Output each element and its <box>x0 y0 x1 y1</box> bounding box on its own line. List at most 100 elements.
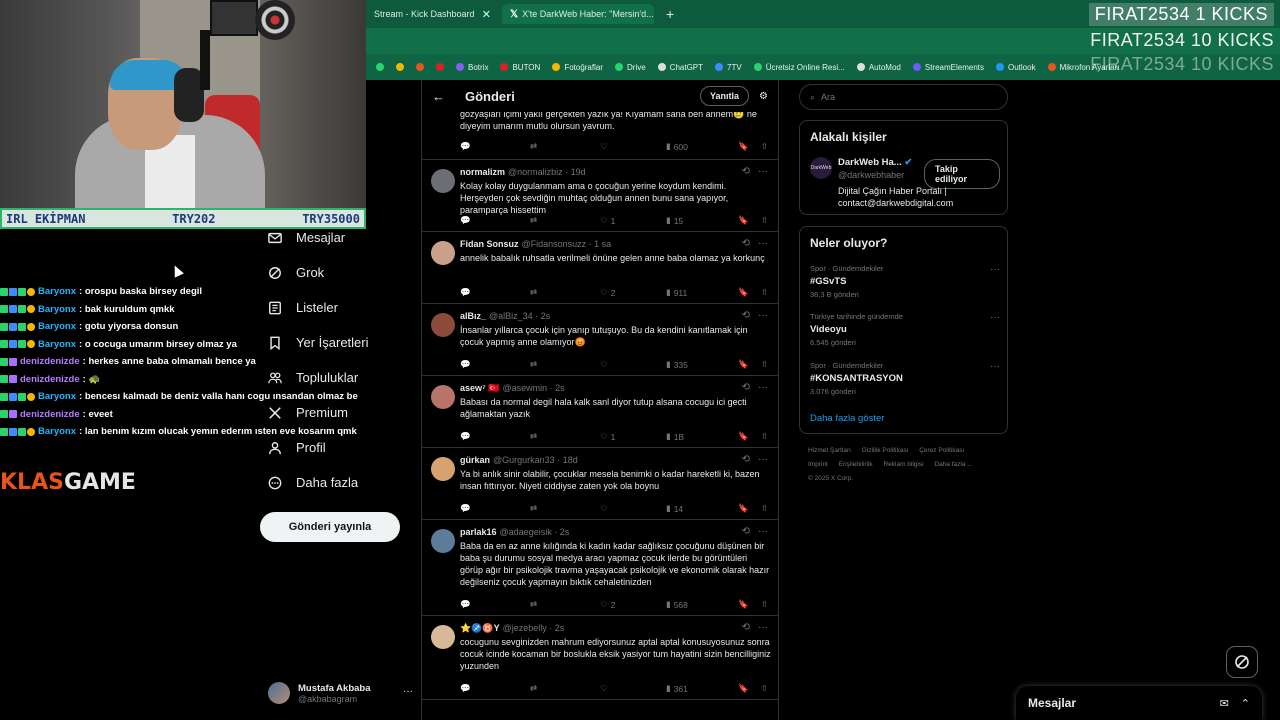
nav-profile[interactable]: Profil <box>268 440 326 455</box>
nav-grok[interactable]: Grok <box>268 265 324 280</box>
share-icon[interactable]: ⇧ <box>761 599 768 610</box>
bookmark-icon-ext[interactable] <box>376 63 384 71</box>
nav-more[interactable]: Daha fazla <box>268 475 358 490</box>
chat-username[interactable]: denizdenizde <box>20 409 80 420</box>
reply-icon[interactable]: 💬 <box>460 287 530 298</box>
like-icon[interactable]: ♡ 2 <box>600 599 666 610</box>
nav-premium[interactable]: Premium <box>268 405 348 420</box>
bookmark-icon[interactable]: 🔖 <box>738 141 749 152</box>
reply-icon[interactable]: 💬 <box>460 141 530 152</box>
tweet[interactable]: ⭐♐♉Y @jezebelly · 2s ⟲ ··· cocugunu sevginiz… <box>422 616 778 700</box>
grok-icon[interactable]: ⟲ <box>742 382 750 393</box>
bookmark-icon-ext[interactable] <box>416 63 424 71</box>
more-icon[interactable]: ··· <box>758 166 768 177</box>
bookmark-fotograflar[interactable]: Fotoğraflar <box>552 63 603 72</box>
footer-link[interactable]: Çerez Politikası <box>919 447 964 454</box>
footer-link[interactable]: Hizmet Şartları <box>808 447 851 454</box>
footer-link[interactable]: Daha fazla ... <box>934 461 972 468</box>
new-tab-button[interactable]: + <box>662 4 680 24</box>
tweet[interactable]: parlak16 @adaegeisik · 2s ⟲ ··· Baba da en a… <box>422 520 778 616</box>
like-icon[interactable]: ♡ 1 <box>600 431 666 442</box>
show-more-link[interactable]: Daha fazla göster <box>810 413 884 424</box>
more-icon[interactable]: ··· <box>990 264 1000 275</box>
share-icon[interactable]: ⇧ <box>761 503 768 514</box>
grok-icon[interactable]: ⟲ <box>742 166 750 177</box>
share-icon[interactable]: ⇧ <box>761 287 768 298</box>
author-name[interactable]: gürkan <box>460 455 490 465</box>
avatar[interactable] <box>431 529 455 553</box>
bookmark-icon[interactable]: 🔖 <box>738 599 749 610</box>
share-icon[interactable]: ⇧ <box>761 431 768 442</box>
chat-username[interactable]: Baryonx <box>38 286 76 297</box>
reply-icon[interactable]: 💬 <box>460 599 530 610</box>
views-icon[interactable]: ▮ 600 <box>666 141 730 152</box>
tab-x-darkweb[interactable]: 𝕏 X'te DarkWeb Haber: "Mersin'd... ✕ <box>502 4 654 24</box>
tab-kick-dashboard[interactable]: Stream - Kick Dashboard ✕ <box>366 4 499 24</box>
tweet[interactable]: normalizm @normalizbiz · 19d ⟲ ··· Kolay kol… <box>422 160 778 232</box>
reply-icon[interactable]: 💬 <box>460 503 530 514</box>
messages-drawer[interactable]: Mesajlar ✉ ⌃ <box>1016 686 1262 720</box>
chat-username[interactable]: Baryonx <box>38 304 76 315</box>
close-icon[interactable]: ✕ <box>482 8 491 21</box>
reply-icon[interactable]: 💬 <box>460 431 530 442</box>
views-icon[interactable]: ▮ 568 <box>666 599 730 610</box>
grok-icon[interactable]: ⟲ <box>742 454 750 465</box>
views-icon[interactable]: ▮ 911 <box>666 287 730 298</box>
footer-link[interactable]: Imprint <box>808 461 828 468</box>
bookmark-chatgpt[interactable]: ChatGPT <box>657 63 703 72</box>
repost-icon[interactable]: ⇄ <box>530 141 600 152</box>
views-icon[interactable]: ▮ 15 <box>666 215 730 226</box>
back-arrow-icon[interactable]: ← <box>432 89 445 104</box>
expand-icon[interactable]: ⌃ <box>1241 697 1250 710</box>
bookmark-streamelements[interactable]: StreamElements <box>912 63 984 72</box>
chat-username[interactable]: Baryonx <box>38 321 76 332</box>
grok-icon[interactable]: ⟲ <box>742 238 750 249</box>
repost-icon[interactable]: ⇄ <box>530 359 600 370</box>
avatar[interactable] <box>431 625 455 649</box>
bookmark-icon-ext[interactable] <box>396 63 404 71</box>
trend-item[interactable]: Spor · Gündemdekiler #GSvTS 36,3 B gönde… <box>810 264 1000 299</box>
nav-communities[interactable]: Topluluklar <box>268 370 358 385</box>
footer-link[interactable]: Reklam bilgisi <box>883 461 923 468</box>
bookmark-icon[interactable]: 🔖 <box>738 215 749 226</box>
repost-icon[interactable]: ⇄ <box>530 503 600 514</box>
author-name[interactable]: parlak16 <box>460 527 497 537</box>
grok-icon[interactable]: ⟲ <box>742 622 750 633</box>
bookmark-icon[interactable]: 🔖 <box>738 503 749 514</box>
author-name[interactable]: alBız_ <box>460 311 486 321</box>
repost-icon[interactable]: ⇄ <box>530 431 600 442</box>
more-icon[interactable]: ··· <box>758 526 768 537</box>
nav-lists[interactable]: Listeler <box>268 300 338 315</box>
chat-username[interactable]: Baryonx <box>38 339 76 350</box>
like-icon[interactable]: ♡ 2 <box>600 287 666 298</box>
author-name[interactable]: asew⁷ 🇹🇷 <box>460 383 499 393</box>
grok-icon[interactable]: ⟲ <box>742 526 750 537</box>
reply-icon[interactable]: 💬 <box>460 359 530 370</box>
tweet[interactable]: gürkan @Gurgurkan33 · 18d ⟲ ··· Ya bi anlık … <box>422 448 778 520</box>
author-name[interactable]: Fidan Sonsuz <box>460 239 519 249</box>
repost-icon[interactable]: ⇄ <box>530 599 600 610</box>
nav-bookmarks[interactable]: Yer İşaretleri <box>268 335 369 350</box>
views-icon[interactable]: ▮ 335 <box>666 359 730 370</box>
share-icon[interactable]: ⇧ <box>761 141 768 152</box>
more-icon[interactable]: ··· <box>990 312 1000 323</box>
bookmark-7tv[interactable]: 7TV <box>715 63 742 72</box>
more-icon[interactable]: ··· <box>758 454 768 465</box>
repost-icon[interactable]: ⇄ <box>530 683 600 694</box>
reply-icon[interactable]: 💬 <box>460 215 530 226</box>
more-icon[interactable]: ··· <box>758 238 768 249</box>
more-icon[interactable]: ··· <box>758 622 768 633</box>
chat-username[interactable]: denizdenizde <box>20 374 80 385</box>
search-box[interactable]: ⌕ <box>799 84 1008 110</box>
chat-username[interactable]: Baryonx <box>38 391 76 402</box>
repost-icon[interactable]: ⇄ <box>530 215 600 226</box>
like-icon[interactable]: ♡ <box>600 683 666 694</box>
avatar[interactable] <box>431 385 455 409</box>
nav-messages[interactable]: Mesajlar <box>268 230 345 245</box>
author-name[interactable]: normalizm <box>460 167 505 177</box>
chat-username[interactable]: denizdenizde <box>20 356 80 367</box>
views-icon[interactable]: ▮ 14 <box>666 503 730 514</box>
new-message-icon[interactable]: ✉ <box>1220 697 1229 710</box>
like-icon[interactable]: ♡ <box>600 503 666 514</box>
footer-link[interactable]: Erişilebilirlik <box>839 461 873 468</box>
